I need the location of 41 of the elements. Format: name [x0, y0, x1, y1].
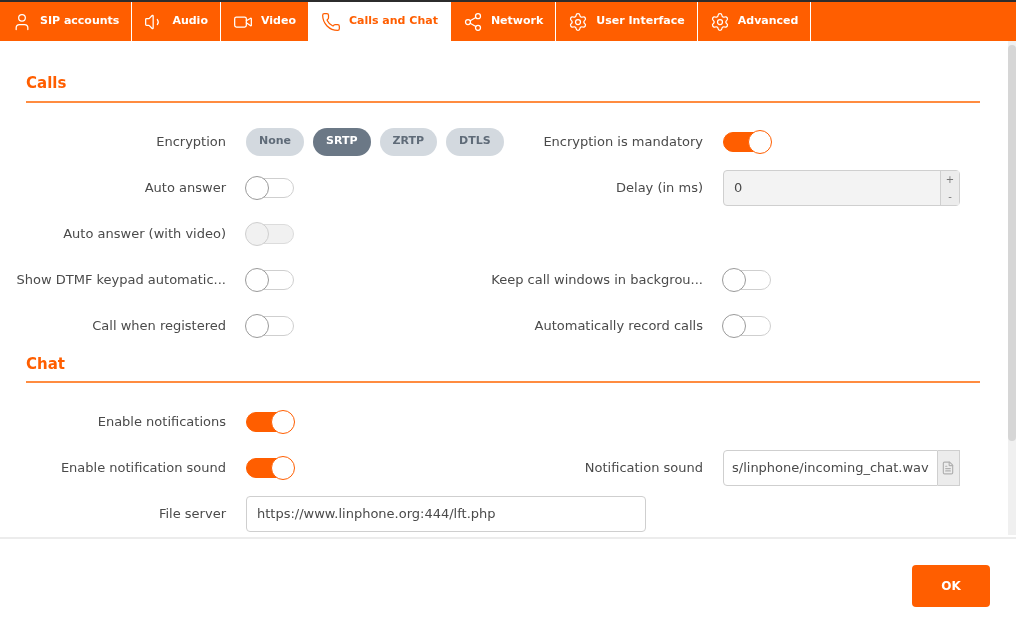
settings-icon — [568, 11, 589, 32]
setting-label: Keep call windows in backgrou... — [490, 270, 703, 289]
encryption-option[interactable]: DTLS — [446, 127, 504, 156]
toggle-switch[interactable] — [246, 458, 294, 478]
scrollbar[interactable] — [1008, 41, 1016, 535]
document-icon — [941, 461, 956, 475]
toggle-switch[interactable] — [246, 269, 294, 290]
encryption-option[interactable]: ZRTP — [379, 127, 438, 156]
setting-label: Automatically record calls — [533, 316, 703, 335]
encryption-option[interactable]: SRTP — [313, 127, 371, 156]
spinbox-value: 0 — [733, 178, 744, 197]
settings-tab[interactable]: Calls and Chat — [308, 2, 451, 41]
file-server-field[interactable]: https://www.linphone.org:444/lft.php — [246, 496, 646, 532]
delay-spinbox[interactable]: 0 + - — [723, 169, 960, 206]
notification-sound-field[interactable]: s/linphone/incoming_chat.wav — [723, 450, 938, 486]
setting-label: Call when registered — [91, 316, 226, 335]
setting-label: Show DTMF keypad automatic... — [15, 270, 226, 289]
settings-icon — [709, 11, 730, 32]
decrement-button[interactable]: - — [948, 187, 952, 205]
setting-label: Auto answer — [143, 178, 226, 197]
browse-button[interactable] — [937, 450, 960, 486]
section-title: Calls — [26, 72, 980, 103]
toggle-switch[interactable] — [723, 131, 771, 152]
setting-label: Auto answer (with video) — [62, 224, 226, 243]
toggle-switch[interactable] — [246, 177, 294, 198]
setting-label: Enable notifications — [96, 413, 226, 432]
toggle-switch[interactable] — [723, 315, 771, 336]
toggle-switch[interactable] — [723, 269, 771, 290]
section-title: Chat — [26, 352, 980, 383]
toggle-switch[interactable] — [246, 412, 294, 432]
increment-button[interactable]: + — [945, 170, 955, 188]
share-icon — [462, 11, 483, 32]
setting-label: Delay (in ms) — [615, 178, 703, 197]
setting-label: File server — [157, 505, 226, 524]
ok-button[interactable]: OK — [912, 564, 990, 607]
setting-label: Encryption — [155, 132, 226, 151]
phone-icon — [320, 11, 341, 32]
toggle-switch[interactable] — [246, 315, 294, 336]
encryption-option[interactable]: None — [246, 127, 305, 156]
setting-label: Notification sound — [583, 459, 703, 478]
setting-label: Enable notification sound — [59, 459, 226, 478]
